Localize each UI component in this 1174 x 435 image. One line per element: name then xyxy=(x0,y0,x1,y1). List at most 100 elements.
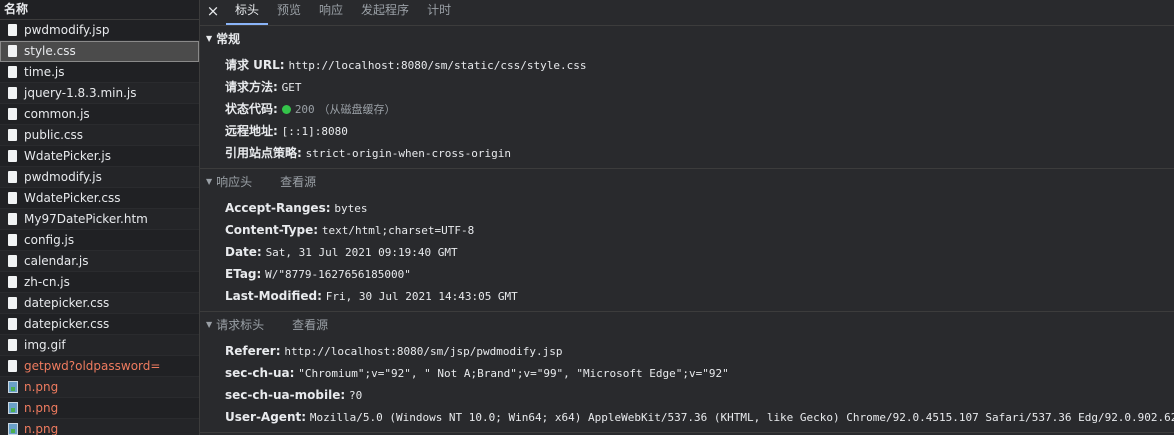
header-row: User-Agent: Mozilla/5.0 (Windows NT 10.0… xyxy=(225,406,1174,428)
document-icon xyxy=(8,276,17,288)
request-method-row: 请求方法: GET xyxy=(225,76,1174,98)
tab-headers[interactable]: 标头 xyxy=(226,0,269,25)
request-name: datepicker.css xyxy=(24,317,110,331)
header-row: Last-Modified: Fri, 30 Jul 2021 14:43:05… xyxy=(225,285,1174,307)
document-icon xyxy=(8,129,17,141)
request-name: jquery-1.8.3.min.js xyxy=(24,86,137,100)
status-code-row: 状态代码: 200 （从磁盘缓存） xyxy=(225,98,1174,120)
request-name: calendar.js xyxy=(24,254,89,268)
header-row: Content-Type: text/html;charset=UTF-8 xyxy=(225,219,1174,241)
header-value: "Chromium";v="92", " Not A;Brand";v="99"… xyxy=(298,367,729,380)
header-name: sec-ch-ua: xyxy=(225,366,295,380)
header-row: sec-ch-ua-mobile: ?0 xyxy=(225,384,1174,406)
triangle-down-icon: ▼ xyxy=(206,34,213,43)
request-name: WdatePicker.js xyxy=(24,149,111,163)
close-icon[interactable]: × xyxy=(200,0,226,25)
section-title: 请求标头 xyxy=(216,318,265,332)
request-name: WdatePicker.css xyxy=(24,191,121,205)
remote-address-value: [::1]:8080 xyxy=(281,125,348,138)
request-headers-toggle[interactable]: ▼ 请求标头 查看源 xyxy=(200,312,1174,338)
header-value: Mozilla/5.0 (Windows NT 10.0; Win64; x64… xyxy=(309,411,1174,424)
referrer-policy-row: 引用站点策略: strict-origin-when-cross-origin xyxy=(225,142,1174,164)
header-name: ETag: xyxy=(225,267,262,281)
request-name: pwdmodify.js xyxy=(24,170,102,184)
status-ok-dot-icon xyxy=(281,105,291,114)
remote-address-label: 远程地址: xyxy=(225,124,278,138)
document-icon xyxy=(8,24,17,36)
header-name: Date: xyxy=(225,245,262,259)
request-url-row: 请求 URL: http://localhost:8080/sm/static/… xyxy=(225,54,1174,76)
request-name: time.js xyxy=(24,65,65,79)
request-row-failed[interactable]: getpwd?oldpassword= xyxy=(0,356,199,377)
header-value: ?0 xyxy=(348,389,363,402)
header-name: Referer: xyxy=(225,344,281,358)
request-row[interactable]: datepicker.css xyxy=(0,314,199,335)
name-column-header[interactable]: 名称 xyxy=(0,0,199,20)
request-row[interactable]: datepicker.css xyxy=(0,293,199,314)
header-value: W/"8779-1627656185000" xyxy=(265,268,411,281)
tab-preview[interactable]: 预览 xyxy=(268,0,310,25)
request-row[interactable]: WdatePicker.js xyxy=(0,146,199,167)
header-row: sec-ch-ua: "Chromium";v="92", " Not A;Br… xyxy=(225,362,1174,384)
document-icon xyxy=(8,213,17,225)
document-icon xyxy=(8,171,17,183)
document-icon xyxy=(8,87,17,99)
request-row[interactable]: public.css xyxy=(0,125,199,146)
header-row: Referer: http://localhost:8080/sm/jsp/pw… xyxy=(225,340,1174,362)
header-name: sec-ch-ua-mobile: xyxy=(225,388,346,402)
request-details-pane: × 标头 预览 响应 发起程序 计时 ▼ 常规 请求 URL: http://l… xyxy=(200,0,1174,435)
request-name: config.js xyxy=(24,233,75,247)
request-row[interactable]: zh-cn.js xyxy=(0,272,199,293)
request-row-failed[interactable]: n.png xyxy=(0,419,199,435)
request-row-selected[interactable]: style.css xyxy=(0,41,199,62)
image-icon xyxy=(8,402,18,414)
request-row-failed[interactable]: n.png xyxy=(0,377,199,398)
devtools-network-panel: 名称 pwdmodify.jsp style.css time.js jquer… xyxy=(0,0,1174,435)
document-icon xyxy=(8,66,17,78)
response-headers-toggle[interactable]: ▼ 响应头 查看源 xyxy=(200,169,1174,195)
status-cache-note: （从磁盘缓存） xyxy=(318,103,396,116)
request-row[interactable]: pwdmodify.js xyxy=(0,167,199,188)
view-source-link[interactable]: 查看源 xyxy=(280,169,316,195)
header-name: Last-Modified: xyxy=(225,289,322,303)
request-name: pwdmodify.jsp xyxy=(24,23,110,37)
request-url-label: 请求 URL: xyxy=(225,58,285,72)
request-row[interactable]: img.gif xyxy=(0,335,199,356)
request-row[interactable]: common.js xyxy=(0,104,199,125)
tab-timing[interactable]: 计时 xyxy=(418,0,460,25)
request-row[interactable]: config.js xyxy=(0,230,199,251)
header-row: Date: Sat, 31 Jul 2021 09:19:40 GMT xyxy=(225,241,1174,263)
document-icon xyxy=(8,339,17,351)
request-name: style.css xyxy=(24,44,76,58)
response-headers-section: ▼ 响应头 查看源 Accept-Ranges: bytes Content-T… xyxy=(200,169,1174,312)
request-name: getpwd?oldpassword= xyxy=(24,359,161,373)
general-fields: 请求 URL: http://localhost:8080/sm/static/… xyxy=(200,52,1174,168)
request-name: img.gif xyxy=(24,338,66,352)
request-row[interactable]: My97DatePicker.htm xyxy=(0,209,199,230)
request-header-fields: Referer: http://localhost:8080/sm/jsp/pw… xyxy=(200,338,1174,432)
section-title: 响应头 xyxy=(216,175,253,189)
request-row-failed[interactable]: n.png xyxy=(0,398,199,419)
request-method-value: GET xyxy=(281,81,302,94)
request-row[interactable]: jquery-1.8.3.min.js xyxy=(0,83,199,104)
header-value: http://localhost:8080/sm/jsp/pwdmodify.j… xyxy=(284,345,563,358)
request-name: n.png xyxy=(24,422,59,435)
request-row[interactable]: pwdmodify.jsp xyxy=(0,20,199,41)
general-section-toggle[interactable]: ▼ 常规 xyxy=(200,26,1174,52)
header-name: User-Agent: xyxy=(225,410,307,424)
request-name: common.js xyxy=(24,107,90,121)
triangle-down-icon: ▼ xyxy=(206,177,213,186)
document-icon xyxy=(8,45,17,57)
request-name: My97DatePicker.htm xyxy=(24,212,148,226)
tab-initiator[interactable]: 发起程序 xyxy=(352,0,418,25)
request-row[interactable]: WdatePicker.css xyxy=(0,188,199,209)
request-name: public.css xyxy=(24,128,84,142)
tab-response[interactable]: 响应 xyxy=(310,0,352,25)
request-row[interactable]: calendar.js xyxy=(0,251,199,272)
request-row[interactable]: time.js xyxy=(0,62,199,83)
image-icon xyxy=(8,381,18,393)
document-icon xyxy=(8,192,17,204)
request-method-label: 请求方法: xyxy=(225,80,278,94)
header-row: Accept-Ranges: bytes xyxy=(225,197,1174,219)
view-source-link[interactable]: 查看源 xyxy=(292,312,328,338)
